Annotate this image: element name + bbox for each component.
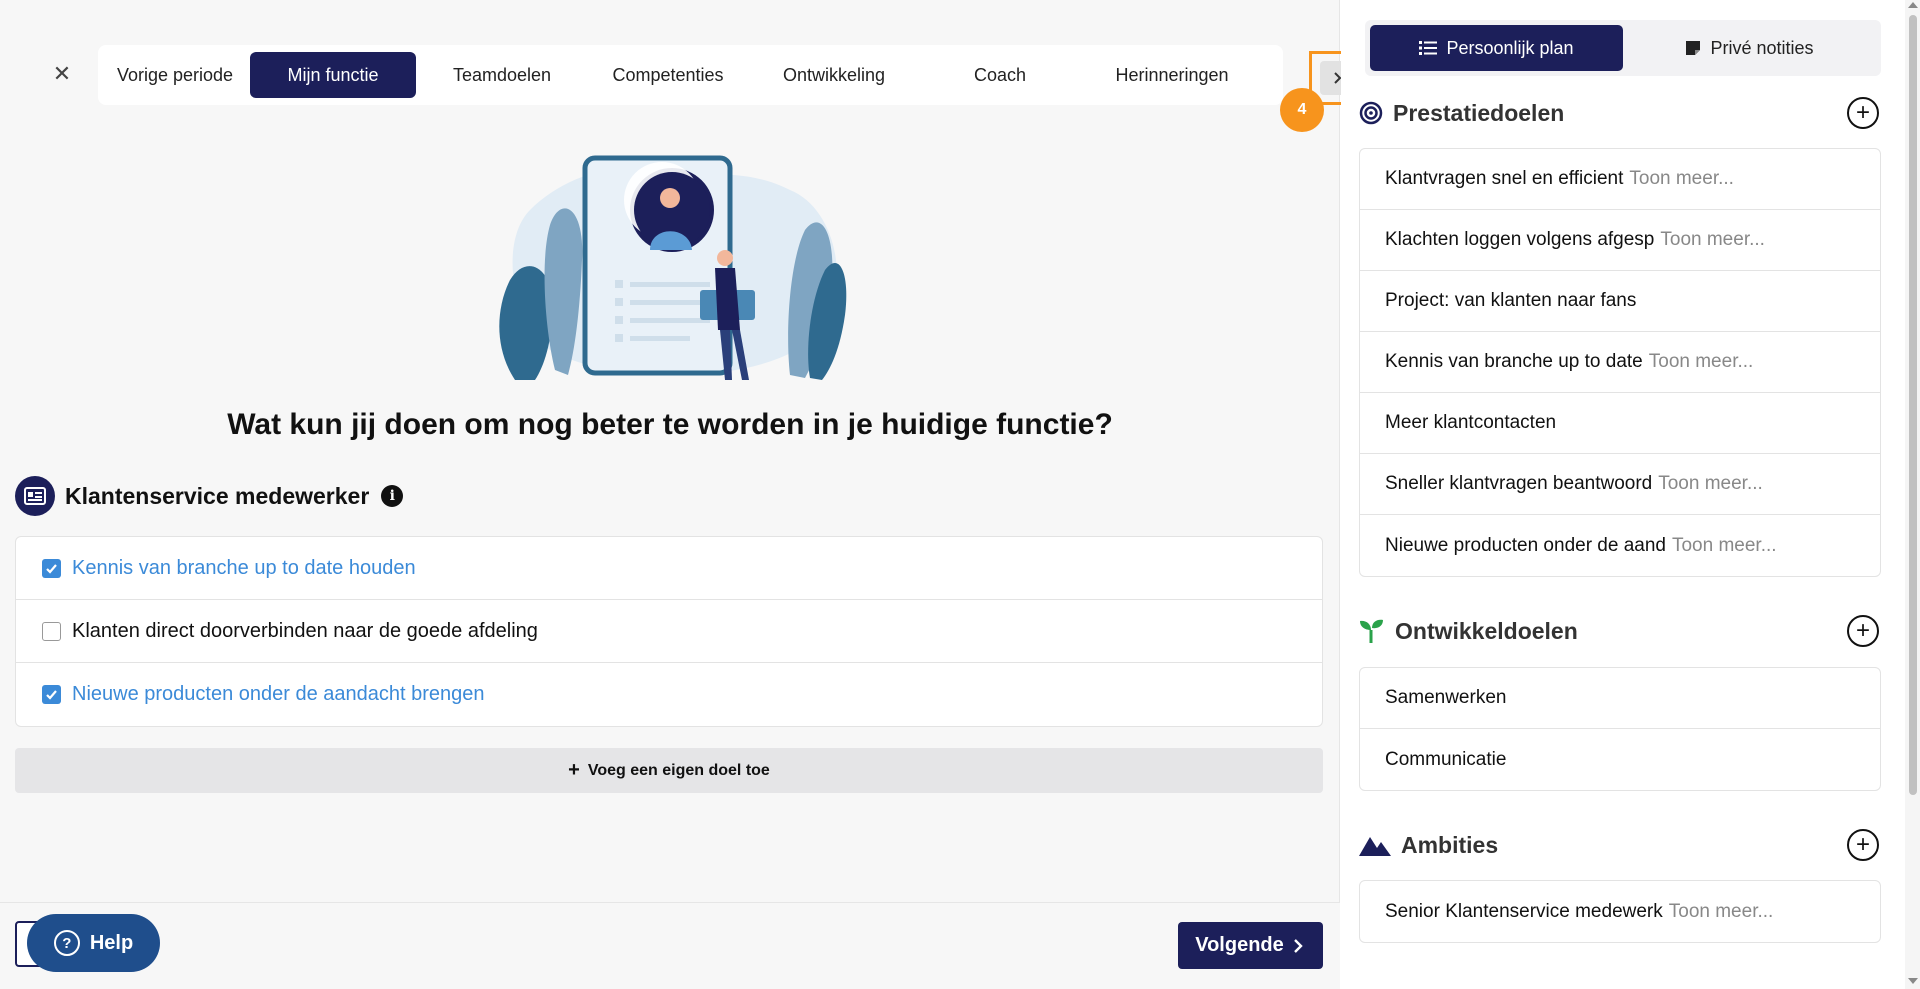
tab-competenties[interactable]: Competenties [588,52,748,98]
role-title: Klantenservice medewerker [65,482,370,509]
mountain-icon [1359,837,1391,856]
show-more-link[interactable]: Toon meer... [1658,473,1763,495]
tab-herinneringen[interactable]: Herinneringen [1086,52,1258,98]
goal-list: Kennis van branche up to date houden Kla… [15,536,1323,727]
scroll-up-icon[interactable] [1908,2,1918,8]
tab-coach[interactable]: Coach [920,52,1080,98]
add-prestatiedoel-button[interactable]: + [1847,97,1879,129]
scroll-down-icon[interactable] [1908,978,1918,984]
item-text: Communicatie [1385,748,1507,770]
list-item[interactable]: Klantvragen snel en efficient Toon meer..… [1360,149,1880,210]
tab-bar: Vorige periode Mijn functie Teamdoelen C… [98,45,1283,105]
item-text: Samenwerken [1385,687,1507,708]
checkbox-unchecked[interactable] [42,621,61,641]
section-ontwikkeldoelen: Ontwikkeldoelen + [1359,611,1879,651]
side-panel: Persoonlijk plan Privé notities Prestati… [1341,0,1905,989]
ambities-list: Senior Klantenservice medewerk Toon meer.… [1359,880,1881,943]
sprout-icon [1360,619,1383,643]
add-own-goal-button[interactable]: + Voeg een eigen doel toe [15,748,1323,793]
item-text: Klantvragen snel en efficient [1385,168,1624,189]
tab-label: Persoonlijk plan [1446,37,1574,58]
ontwikkeldoelen-list: Samenwerken Communicatie [1359,667,1881,791]
goal-label: Klanten direct doorverbinden naar de goe… [72,619,538,642]
item-text: Klachten loggen volgens afgesp [1385,229,1655,250]
section-title: Ambities [1401,831,1499,858]
goal-label: Nieuwe producten onder de aandacht breng… [72,683,485,705]
list-item[interactable]: Meer klantcontacten [1360,393,1880,454]
tab-prive-notities[interactable]: Privé notities [1623,25,1876,71]
add-ambitie-button[interactable]: + [1847,829,1879,861]
list-item[interactable]: Sneller klantvragen beantwoord Toon meer.… [1360,454,1880,515]
show-more-link[interactable]: Toon meer... [1669,901,1774,923]
goal-label: Kennis van branche up to date houden [72,556,416,579]
add-goal-label: Voeg een eigen doel toe [587,761,770,779]
main-panel: ✕ Vorige periode Mijn functie Teamdoelen… [0,0,1365,989]
item-text: Senior Klantenservice medewerk [1385,900,1663,922]
id-card-icon [15,476,55,516]
info-icon[interactable]: i [381,485,404,507]
checkbox-checked[interactable] [42,558,61,578]
tab-persoonlijk-plan[interactable]: Persoonlijk plan [1370,25,1623,71]
list-item[interactable]: Project: van klanten naar fans [1360,271,1880,332]
item-text: Nieuwe producten onder de aand [1385,534,1666,556]
goal-item[interactable]: Klanten direct doorverbinden naar de goe… [16,600,1322,663]
tab-label: Privé notities [1710,37,1814,58]
page-question: Wat kun jij doen om nog beter te worden … [227,408,1113,441]
tab-ontwikkeling[interactable]: Ontwikkeling [754,52,914,98]
section-ambities: Ambities + [1359,825,1879,865]
tab-teamdoelen[interactable]: Teamdoelen [422,52,582,98]
panel-switcher: Persoonlijk plan Privé notities [1365,20,1881,76]
goal-item[interactable]: Kennis van branche up to date houden [16,537,1322,600]
step-badge: 4 [1280,88,1324,132]
goal-item[interactable]: Nieuwe producten onder de aandacht breng… [16,663,1322,726]
show-more-link[interactable]: Toon meer... [1629,168,1734,190]
item-text: Meer klantcontacten [1385,412,1557,433]
next-button[interactable]: Volgende [1178,922,1323,969]
item-text: Project: van klanten naar fans [1385,290,1637,311]
section-title: Ontwikkeldoelen [1395,617,1578,644]
chevron-right-icon [1293,938,1303,953]
next-label: Volgende [1195,934,1284,956]
tab-vorige-periode[interactable]: Vorige periode [106,52,244,98]
list-item[interactable]: Klachten loggen volgens afgesp Toon meer.… [1360,210,1880,271]
list-item[interactable]: Samenwerken [1360,668,1880,729]
show-more-link[interactable]: Toon meer... [1660,229,1765,251]
prestatiedoelen-list: Klantvragen snel en efficient Toon meer..… [1359,148,1881,577]
list-item[interactable]: Kennis van branche up to date Toon meer..… [1360,332,1880,393]
item-text: Sneller klantvragen beantwoord [1385,473,1653,494]
list-item[interactable]: Senior Klantenservice medewerk Toon meer.… [1360,881,1880,942]
item-text: Kennis van branche up to date [1385,351,1643,372]
role-header: Klantenservice medewerker i [15,476,404,516]
tab-mijn-functie[interactable]: Mijn functie [250,52,416,98]
section-prestatiedoelen: Prestatiedoelen + [1359,93,1879,133]
help-label: Help [89,931,134,954]
plus-icon: + [568,759,580,781]
close-icon[interactable]: ✕ [50,62,74,86]
add-ontwikkeldoel-button[interactable]: + [1847,615,1879,647]
list-icon [1419,40,1438,56]
target-icon [1359,101,1383,125]
footer-bar [0,902,1340,989]
show-more-link[interactable]: Toon meer... [1649,351,1754,373]
help-button[interactable]: ? Help [27,914,160,972]
profile-illustration [499,155,847,380]
list-item[interactable]: Nieuwe producten onder de aand Toon meer.… [1360,515,1880,576]
scrollbar-thumb[interactable] [1909,15,1917,795]
question-icon: ? [53,930,80,956]
note-icon [1685,40,1701,56]
section-title: Prestatiedoelen [1393,99,1565,126]
checkbox-checked[interactable] [42,685,61,704]
show-more-link[interactable]: Toon meer... [1672,535,1777,557]
list-item[interactable]: Communicatie [1360,729,1880,790]
